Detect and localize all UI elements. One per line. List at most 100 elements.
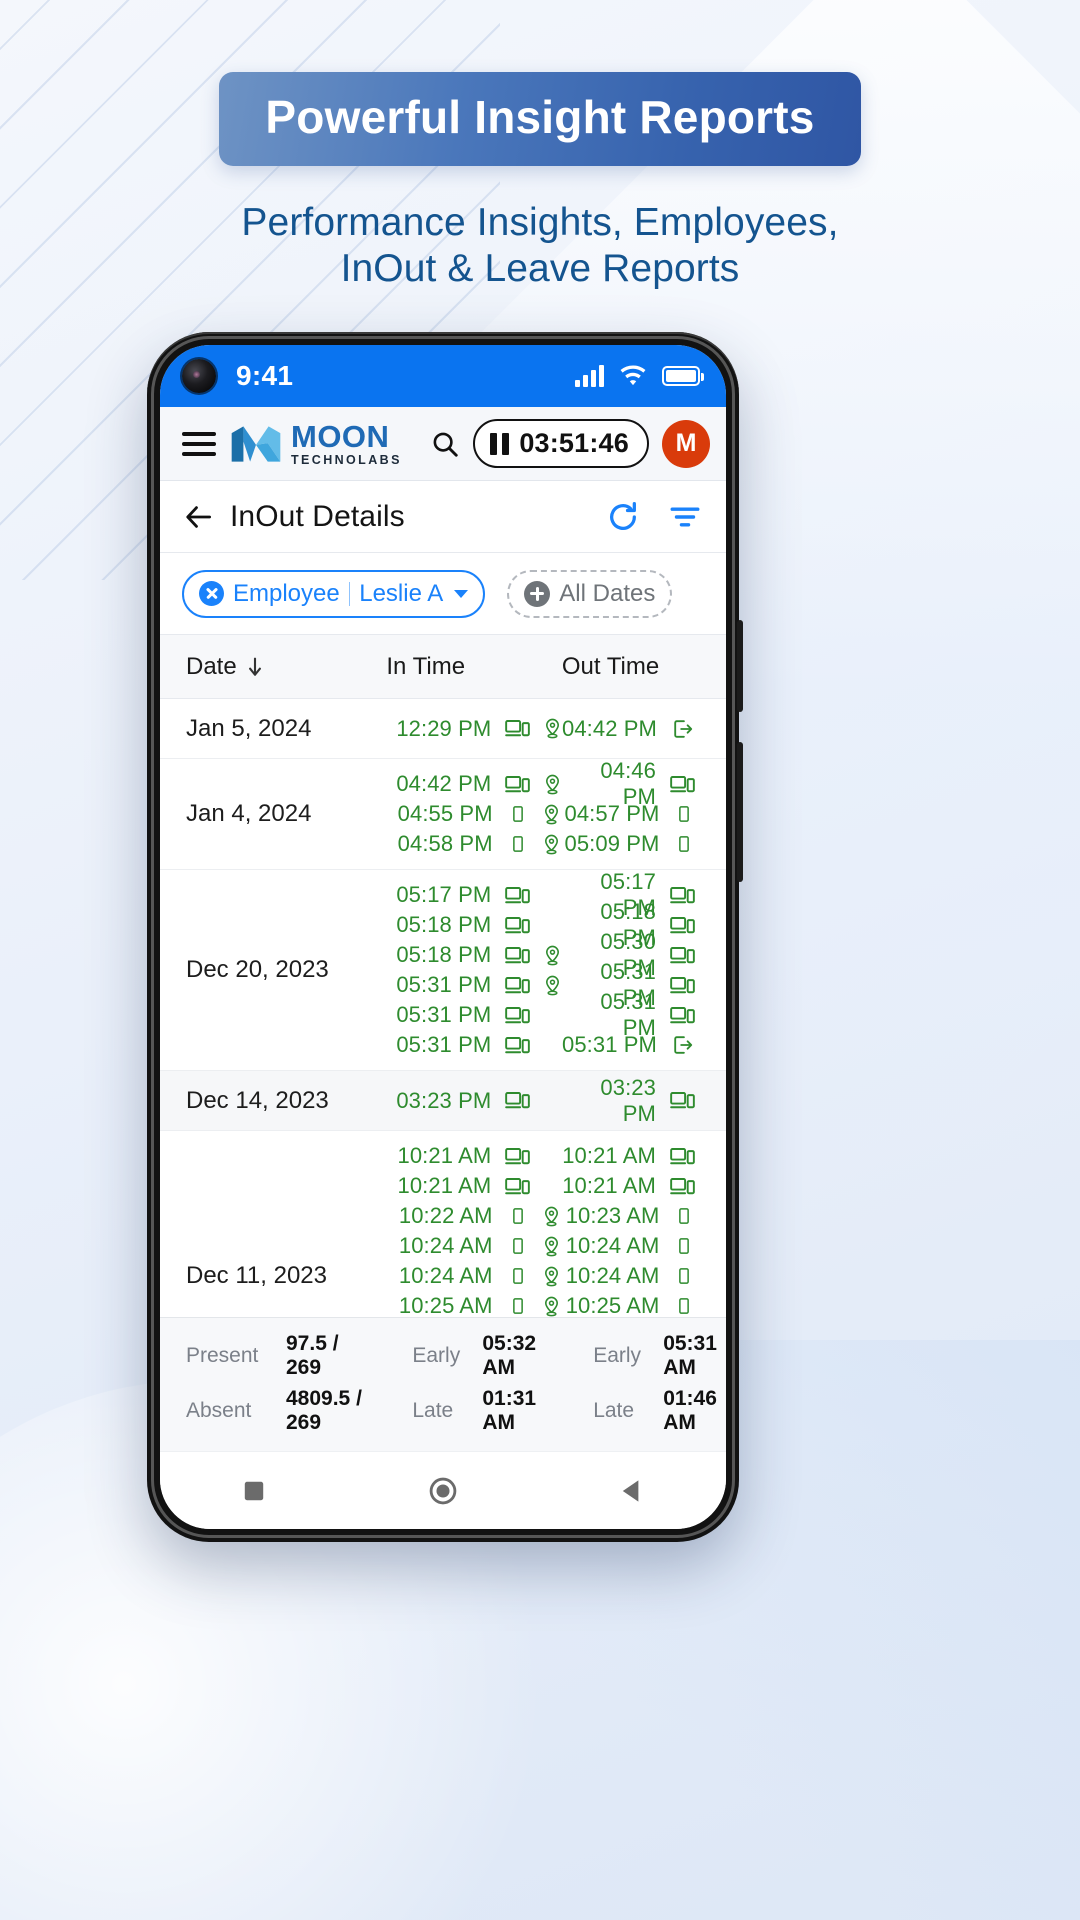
time-value: 05:17 PM xyxy=(396,882,492,907)
location-pin-icon xyxy=(545,834,559,854)
location-pin-icon xyxy=(707,914,726,937)
summary-value: 05:31 AM xyxy=(663,1332,717,1379)
location-icon-slot xyxy=(542,944,562,966)
summary-line: Late 01:46 AM xyxy=(593,1387,726,1435)
work-timer-button[interactable]: 03:51:46 xyxy=(473,419,649,468)
device-icon-slot xyxy=(505,1090,531,1112)
device-icon-slot xyxy=(670,1004,695,1026)
device-icon-slot xyxy=(671,1034,695,1056)
mobile-device-icon xyxy=(513,1238,524,1254)
chevron-down-icon[interactable] xyxy=(454,589,469,598)
location-pin-icon xyxy=(545,1236,559,1256)
logo-sub: TECHNOLABS xyxy=(291,452,402,467)
logout-icon xyxy=(674,719,693,738)
summary-group: Present 97.5 / 269 Absent 4809.5 / 269 xyxy=(186,1332,364,1435)
device-icon-slot xyxy=(670,884,695,906)
row-out-times: 03:23 PM xyxy=(562,1074,726,1126)
time-entry: 10:23 AM xyxy=(562,1201,726,1231)
summary-line: Late 01:31 AM xyxy=(412,1387,545,1435)
filter-icon[interactable] xyxy=(668,500,702,534)
desktop-device-icon xyxy=(505,946,531,963)
avatar[interactable]: M xyxy=(662,419,710,468)
moon-technolabs-logo-icon xyxy=(231,425,281,462)
column-header-date[interactable]: Date xyxy=(160,653,386,681)
time-value: 10:25 AM xyxy=(565,1293,660,1317)
time-value: 12:29 PM xyxy=(396,715,492,741)
device-icon-slot xyxy=(505,773,531,795)
time-value: 04:57 PM xyxy=(564,801,660,826)
device-icon-slot xyxy=(670,1175,695,1197)
time-entry: 04:57 PM xyxy=(562,799,726,829)
time-entry: 10:24 AM xyxy=(562,1261,726,1291)
filter-chip-employee[interactable]: Employee Leslie A xyxy=(182,569,486,618)
device-icon-slot xyxy=(507,803,530,825)
power-button[interactable] xyxy=(737,742,743,882)
device-icon-slot xyxy=(670,974,695,996)
circle-home-icon[interactable] xyxy=(426,1474,460,1508)
location-pin-icon xyxy=(543,1034,562,1057)
filter-chip-value: Leslie A xyxy=(359,579,444,607)
inout-table-body[interactable]: Jan 5, 2024 12:29 PM 04:42 PM Jan 4, 2024 04… xyxy=(160,699,726,1317)
timer-value: 03:51:46 xyxy=(519,428,629,458)
search-icon[interactable] xyxy=(430,429,460,459)
location-pin-icon xyxy=(707,884,726,907)
desktop-device-icon xyxy=(505,1092,531,1109)
desktop-device-icon xyxy=(505,1147,531,1164)
table-row[interactable]: Dec 20, 2023 05:17 PM 05:18 PM 05:18 PM 05:3… xyxy=(160,869,726,1071)
table-row[interactable]: Dec 14, 2023 03:23 PM 03:23 PM xyxy=(160,1071,726,1131)
location-pin-icon xyxy=(543,1145,562,1168)
row-date: Dec 20, 2023 xyxy=(186,956,329,983)
table-row[interactable]: Dec 11, 2023 10:21 AM 10:21 AM 10:22 AM 10:2… xyxy=(160,1131,726,1317)
location-pin-icon xyxy=(707,1004,726,1027)
wifi-icon xyxy=(620,365,646,386)
location-pin-icon xyxy=(707,1089,726,1112)
location-pin-icon xyxy=(545,945,559,965)
location-pin-icon xyxy=(707,1265,726,1288)
square-recents-icon[interactable] xyxy=(237,1474,271,1508)
avatar-initial: M xyxy=(675,429,697,457)
time-entry: 12:29 PM xyxy=(386,714,561,744)
summary-label: Present xyxy=(186,1344,259,1367)
location-pin-icon xyxy=(543,1175,562,1198)
location-pin-icon xyxy=(545,804,559,824)
time-value: 10:23 AM xyxy=(565,1203,660,1228)
sort-descending-icon xyxy=(248,657,261,676)
column-header-in-time[interactable]: In Time xyxy=(386,653,561,681)
promo-hero: Powerful Insight Reports Performance Ins… xyxy=(0,0,1080,292)
app-bar: MOON TECHNOLABS 03:51:46 M xyxy=(160,407,726,481)
filter-chip-all-dates[interactable]: All Dates xyxy=(507,569,673,618)
volume-button[interactable] xyxy=(737,620,743,712)
summary-line: Absent 4809.5 / 269 xyxy=(186,1387,364,1435)
hamburger-menu-icon[interactable] xyxy=(182,431,216,456)
close-circle-icon[interactable] xyxy=(199,581,224,606)
table-row[interactable]: Jan 5, 2024 12:29 PM 04:42 PM xyxy=(160,699,726,759)
table-row[interactable]: Jan 4, 2024 04:42 PM 04:55 PM 04:58 PM 04:46… xyxy=(160,758,726,870)
device-icon-slot xyxy=(670,1090,695,1112)
mobile-device-icon xyxy=(513,1298,524,1314)
time-value: 05:31 PM xyxy=(396,972,492,997)
row-out-times: 05:17 PM 05:18 PM 05:30 PM 05:31 PM 05:31 PM… xyxy=(562,869,726,1070)
time-value: 04:42 PM xyxy=(396,771,492,796)
desktop-device-icon xyxy=(505,1177,531,1194)
row-date: Jan 4, 2024 xyxy=(186,800,312,827)
back-arrow-icon[interactable] xyxy=(184,502,214,532)
triangle-back-icon[interactable] xyxy=(615,1474,649,1508)
time-entry: 10:24 AM xyxy=(386,1261,561,1291)
time-value: 04:55 PM xyxy=(397,801,493,826)
refresh-icon[interactable] xyxy=(606,500,640,534)
device-icon-slot xyxy=(673,1235,695,1257)
location-pin-icon xyxy=(543,1089,562,1112)
mobile-device-icon xyxy=(679,1268,690,1284)
column-header-out-time[interactable]: Out Time xyxy=(562,653,726,681)
time-value: 03:23 PM xyxy=(600,1074,656,1126)
summary-label: Early xyxy=(412,1344,461,1367)
time-entry: 03:23 PM xyxy=(386,1086,561,1116)
time-value: 05:31 PM xyxy=(396,1032,492,1057)
location-icon-slot xyxy=(542,773,562,795)
signal-bars-icon xyxy=(575,365,604,387)
promo-subtitle-line1: Performance Insights, Employees, xyxy=(241,201,839,244)
device-icon-slot xyxy=(505,944,531,966)
time-value: 03:23 PM xyxy=(396,1087,492,1113)
phone-screen: 9:41 MOON TECHNOLABS 03:51:46 M InOut De… xyxy=(160,345,726,1529)
app-logo[interactable]: MOON TECHNOLABS xyxy=(230,421,402,467)
